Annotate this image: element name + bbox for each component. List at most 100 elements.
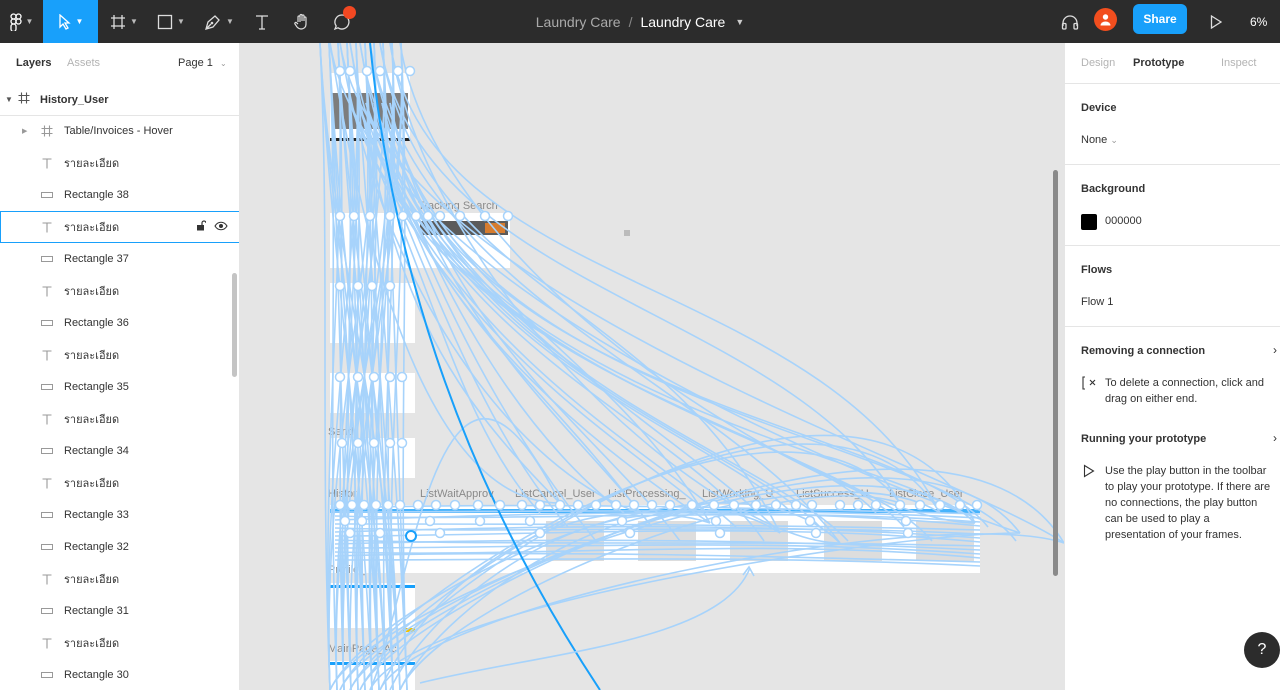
removing-heading[interactable]: Removing a connection [1081, 345, 1205, 357]
text-tool-button[interactable] [248, 0, 276, 43]
connection-node[interactable] [894, 499, 906, 511]
hand-tool-button[interactable] [288, 0, 316, 43]
connection-node[interactable] [624, 527, 636, 539]
connection-node[interactable] [368, 437, 380, 449]
connection-node[interactable] [714, 527, 726, 539]
tab-assets[interactable]: Assets [67, 57, 100, 69]
avatar[interactable] [1094, 8, 1117, 31]
layers-scrollbar[interactable] [232, 273, 237, 377]
connection-node[interactable] [900, 515, 912, 527]
caret-down-icon[interactable]: ▼ [5, 95, 13, 104]
connection-node[interactable] [616, 515, 628, 527]
connection-node[interactable] [384, 280, 396, 292]
connection-node[interactable] [394, 499, 406, 511]
connection-node[interactable] [334, 499, 346, 511]
connection-node[interactable] [852, 499, 864, 511]
chevron-down-icon[interactable]: ▼ [735, 17, 744, 27]
tab-prototype[interactable]: Prototype [1133, 57, 1184, 69]
selected-node[interactable] [405, 530, 417, 542]
connection-node[interactable] [366, 280, 378, 292]
connection-node[interactable] [374, 527, 386, 539]
connection-node[interactable] [750, 499, 762, 511]
connection-node[interactable] [502, 210, 514, 222]
connection-node[interactable] [770, 499, 782, 511]
connection-node[interactable] [356, 515, 368, 527]
audio-button[interactable] [1058, 0, 1082, 43]
background-swatch[interactable] [1081, 214, 1097, 230]
connection-node[interactable] [686, 499, 698, 511]
layer-row[interactable]: รายละเอียด [0, 403, 239, 435]
connection-node[interactable] [516, 499, 528, 511]
prototype-connections[interactable] [319, 43, 1064, 690]
flow-item[interactable]: Flow 1 [1081, 296, 1113, 308]
connection-node[interactable] [934, 499, 946, 511]
connection-node[interactable] [334, 280, 346, 292]
connection-node[interactable] [454, 210, 466, 222]
connection-node[interactable] [352, 371, 364, 383]
layer-row[interactable]: Rectangle 30 [0, 659, 239, 690]
connection-node[interactable] [344, 527, 356, 539]
layer-row[interactable]: Rectangle 31 [0, 595, 239, 627]
connection-node[interactable] [554, 499, 566, 511]
frame-tool-button[interactable]: ▼ [104, 0, 144, 43]
chevron-right-icon[interactable]: › [1273, 343, 1277, 357]
connection-node[interactable] [396, 437, 408, 449]
connection-node[interactable] [361, 65, 373, 77]
connection-node[interactable] [954, 499, 966, 511]
connection-node[interactable] [334, 210, 346, 222]
layer-row[interactable]: รายละเอียด [0, 147, 239, 179]
connection-node[interactable] [628, 499, 640, 511]
connection-node[interactable] [728, 499, 740, 511]
layer-row[interactable]: Rectangle 37 [0, 243, 239, 275]
connection-node[interactable] [646, 499, 658, 511]
connection-line[interactable] [399, 43, 976, 524]
layer-row[interactable]: Rectangle 34 [0, 435, 239, 467]
connection-node[interactable] [434, 210, 446, 222]
connection-node[interactable] [914, 499, 926, 511]
connection-node[interactable] [404, 65, 416, 77]
connection-node[interactable] [834, 499, 846, 511]
layer-row[interactable]: Rectangle 38 [0, 179, 239, 211]
connection-line[interactable] [389, 102, 1017, 542]
connection-line[interactable] [389, 102, 681, 542]
connection-node[interactable] [434, 527, 446, 539]
help-button[interactable]: ? [1244, 632, 1280, 668]
connection-node[interactable] [348, 210, 360, 222]
connection-node[interactable] [396, 371, 408, 383]
device-select[interactable]: None ⌄ [1081, 134, 1118, 146]
layer-row[interactable]: รายละเอียด [0, 467, 239, 499]
tab-layers[interactable]: Layers [16, 57, 51, 69]
connection-node[interactable] [384, 371, 396, 383]
connection-node[interactable] [334, 371, 346, 383]
connection-node[interactable] [352, 280, 364, 292]
connection-node[interactable] [392, 65, 404, 77]
connection-node[interactable] [710, 515, 722, 527]
figma-menu-button[interactable]: ▼ [0, 0, 43, 43]
zoom-level[interactable]: 6% [1250, 0, 1267, 43]
connection-node[interactable] [664, 499, 676, 511]
connection-node[interactable] [339, 515, 351, 527]
move-tool-button[interactable]: ▼ [43, 0, 98, 43]
layer-row[interactable]: Rectangle 35 [0, 371, 239, 403]
connection-line[interactable] [339, 43, 1064, 544]
running-heading[interactable]: Running your prototype [1081, 433, 1206, 445]
connection-node[interactable] [358, 499, 370, 511]
layer-row[interactable]: Rectangle 32 [0, 531, 239, 563]
connection-node[interactable] [334, 65, 346, 77]
connection-node[interactable] [971, 499, 983, 511]
layer-row[interactable]: ▶ Table/Invoices - Hover [0, 115, 239, 147]
connection-node[interactable] [384, 210, 396, 222]
lock-icon[interactable] [196, 220, 207, 234]
page-selector[interactable]: Page 1 ⌄ [178, 57, 227, 69]
present-button[interactable] [1204, 0, 1228, 43]
connection-node[interactable] [610, 499, 622, 511]
connection-node[interactable] [472, 499, 484, 511]
connection-node[interactable] [790, 499, 802, 511]
connection-node[interactable] [870, 499, 882, 511]
chevron-right-icon[interactable]: › [1273, 431, 1277, 445]
connection-node[interactable] [424, 515, 436, 527]
connection-node[interactable] [590, 499, 602, 511]
tab-design[interactable]: Design [1081, 57, 1115, 69]
project-name[interactable]: Laundry Care [536, 14, 621, 30]
connection-node[interactable] [352, 437, 364, 449]
